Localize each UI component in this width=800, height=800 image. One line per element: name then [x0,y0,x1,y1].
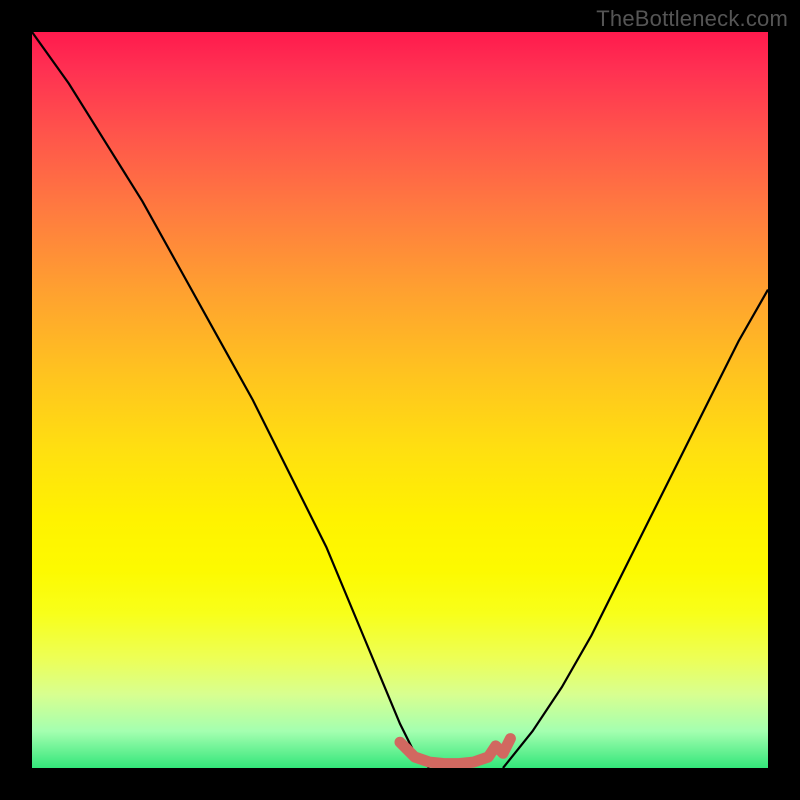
chart-curves-svg [32,32,768,768]
attribution-text: TheBottleneck.com [596,6,788,32]
optimum-marker [400,739,510,764]
curve-left [32,32,429,768]
curve-right [503,290,768,768]
chart-plot-area [32,32,768,768]
